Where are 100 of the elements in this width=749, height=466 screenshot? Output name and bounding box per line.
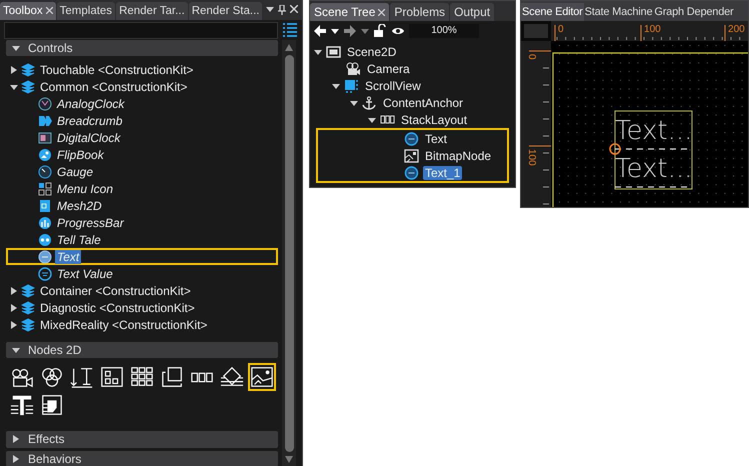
expand-arrow-icon[interactable] bbox=[332, 82, 340, 90]
expand-arrow-icon[interactable] bbox=[368, 116, 376, 124]
text-circle-icon bbox=[404, 132, 419, 146]
row-icon bbox=[380, 112, 395, 126]
tree-item[interactable]: StackLayout bbox=[399, 112, 470, 126]
zoom-field[interactable]: 100% bbox=[409, 24, 479, 38]
canvas-text: Text... bbox=[615, 116, 692, 146]
expand-arrow-icon[interactable] bbox=[314, 48, 322, 56]
unlock-icon[interactable] bbox=[373, 24, 387, 38]
tree-item[interactable]: Menu Icon bbox=[55, 182, 116, 196]
tree-item[interactable]: AnalogClock bbox=[55, 96, 126, 111]
scroll-up-icon[interactable] bbox=[285, 44, 293, 51]
text-circle-icon bbox=[404, 166, 419, 180]
expand-arrow-icon bbox=[12, 454, 20, 463]
expand-arrow-icon[interactable] bbox=[350, 98, 358, 106]
scroll-down-icon[interactable] bbox=[285, 456, 293, 463]
section-header[interactable]: Behaviors bbox=[6, 450, 278, 466]
close-icon[interactable] bbox=[46, 7, 53, 14]
tree-item[interactable]: Camera bbox=[365, 62, 412, 76]
tree-item[interactable]: FlipBook bbox=[55, 148, 106, 162]
section-header[interactable]: Effects bbox=[6, 431, 278, 448]
section-header[interactable]: Nodes 2D bbox=[6, 342, 278, 358]
canvas-text: Text... bbox=[615, 154, 692, 184]
layers-icon bbox=[21, 300, 35, 315]
forward-icon[interactable] bbox=[343, 24, 357, 38]
tree-item[interactable]: Touchable <ConstructionKit> bbox=[38, 62, 196, 77]
tree-item[interactable]: MixedReality <ConstructionKit> bbox=[38, 318, 210, 332]
expand-arrow-icon[interactable] bbox=[10, 320, 18, 329]
pivot-handle[interactable] bbox=[609, 143, 621, 155]
tree-item[interactable]: Container <ConstructionKit> bbox=[38, 284, 193, 298]
tree-item[interactable]: Gauge bbox=[55, 164, 96, 179]
expand-arrow-icon[interactable] bbox=[10, 286, 18, 295]
layers-icon bbox=[21, 284, 35, 298]
tree-item[interactable]: Tell Tale bbox=[55, 232, 103, 247]
search-field[interactable] bbox=[4, 22, 278, 38]
close-icon[interactable] bbox=[290, 5, 298, 13]
panel-tab[interactable]: Problems bbox=[390, 3, 450, 21]
bars-icon bbox=[38, 216, 52, 230]
grid-icon bbox=[38, 182, 52, 196]
clock-icon bbox=[38, 96, 52, 111]
close-icon[interactable] bbox=[378, 9, 386, 16]
expand-arrow-icon bbox=[12, 435, 20, 444]
ruler-label: 100 bbox=[526, 149, 538, 166]
panel-tab[interactable]: Render Tar... bbox=[116, 2, 188, 20]
tree-item[interactable]: Scene2D bbox=[345, 44, 398, 58]
section-title: Behaviors bbox=[28, 452, 82, 466]
caret-icon[interactable] bbox=[331, 27, 339, 35]
layers-icon bbox=[21, 318, 35, 332]
tree-item[interactable]: Text bbox=[55, 250, 82, 264]
tree-item[interactable]: Mesh2D bbox=[55, 198, 104, 213]
image-circle-icon bbox=[38, 148, 52, 162]
tree-item[interactable]: Text bbox=[423, 132, 450, 146]
panel-tab[interactable]: Render Sta... bbox=[188, 2, 262, 20]
tree-item[interactable]: Diagnostic <ConstructionKit> bbox=[38, 300, 197, 315]
expand-arrow-icon[interactable] bbox=[10, 66, 18, 74]
dropdown-icon[interactable] bbox=[266, 5, 274, 13]
tree-item[interactable]: Common <ConstructionKit> bbox=[38, 80, 190, 94]
list-view-icon[interactable] bbox=[282, 22, 298, 38]
ruler-label: 0 bbox=[558, 24, 564, 35]
tree-item[interactable]: Text_1 bbox=[423, 166, 462, 180]
ruler-label: 0 bbox=[526, 54, 538, 60]
tree-item[interactable]: DigitalClock bbox=[55, 130, 122, 145]
camera-icon bbox=[346, 62, 361, 76]
scrollbar[interactable] bbox=[282, 40, 296, 466]
film-icon bbox=[326, 44, 341, 58]
mesh-icon bbox=[38, 198, 52, 213]
tree-item[interactable]: Breadcrumb bbox=[55, 114, 124, 128]
expand-arrow-icon[interactable] bbox=[10, 82, 18, 91]
panel-tab[interactable]: Templates bbox=[56, 2, 116, 20]
expand-arrow-icon bbox=[12, 346, 20, 354]
gauge-icon bbox=[38, 164, 52, 179]
dots-circle-icon bbox=[38, 232, 52, 247]
ruler-label: 100 bbox=[644, 24, 661, 35]
digital-clock-icon bbox=[38, 130, 52, 145]
ruler-corner bbox=[524, 24, 548, 38]
pin-icon[interactable] bbox=[278, 5, 286, 15]
panel-tab[interactable]: Toolbox bbox=[0, 2, 56, 20]
tree-item[interactable]: BitmapNode bbox=[423, 148, 494, 162]
tree-item[interactable]: Text Value bbox=[55, 266, 115, 281]
panel-tab[interactable]: Scene Editor bbox=[521, 3, 584, 21]
text-circle-icon bbox=[38, 250, 52, 264]
expand-arrow-icon[interactable] bbox=[10, 304, 18, 312]
section-title: Effects bbox=[28, 432, 64, 446]
image-icon bbox=[404, 148, 419, 162]
section-title: Controls bbox=[28, 41, 73, 56]
panel-tab[interactable]: Output bbox=[450, 3, 494, 21]
chevrons-icon bbox=[38, 114, 52, 128]
section-header[interactable]: Controls bbox=[6, 40, 278, 56]
layers-icon bbox=[21, 80, 35, 94]
tree-item[interactable]: ContentAnchor bbox=[381, 96, 466, 110]
scroll-view-icon bbox=[344, 78, 359, 92]
anchor-icon bbox=[362, 96, 377, 110]
layers-icon bbox=[21, 62, 35, 77]
panel-tab[interactable]: State Machine bbox=[584, 3, 654, 21]
panel-tab[interactable]: Scene Tree bbox=[310, 3, 390, 21]
tree-item[interactable]: ScrollView bbox=[363, 78, 423, 92]
section-title: Nodes 2D bbox=[28, 343, 82, 358]
scene-canvas[interactable]: Text... Text... bbox=[551, 41, 748, 207]
tree-item[interactable]: ProgressBar bbox=[55, 216, 126, 230]
back-icon[interactable] bbox=[313, 24, 327, 38]
